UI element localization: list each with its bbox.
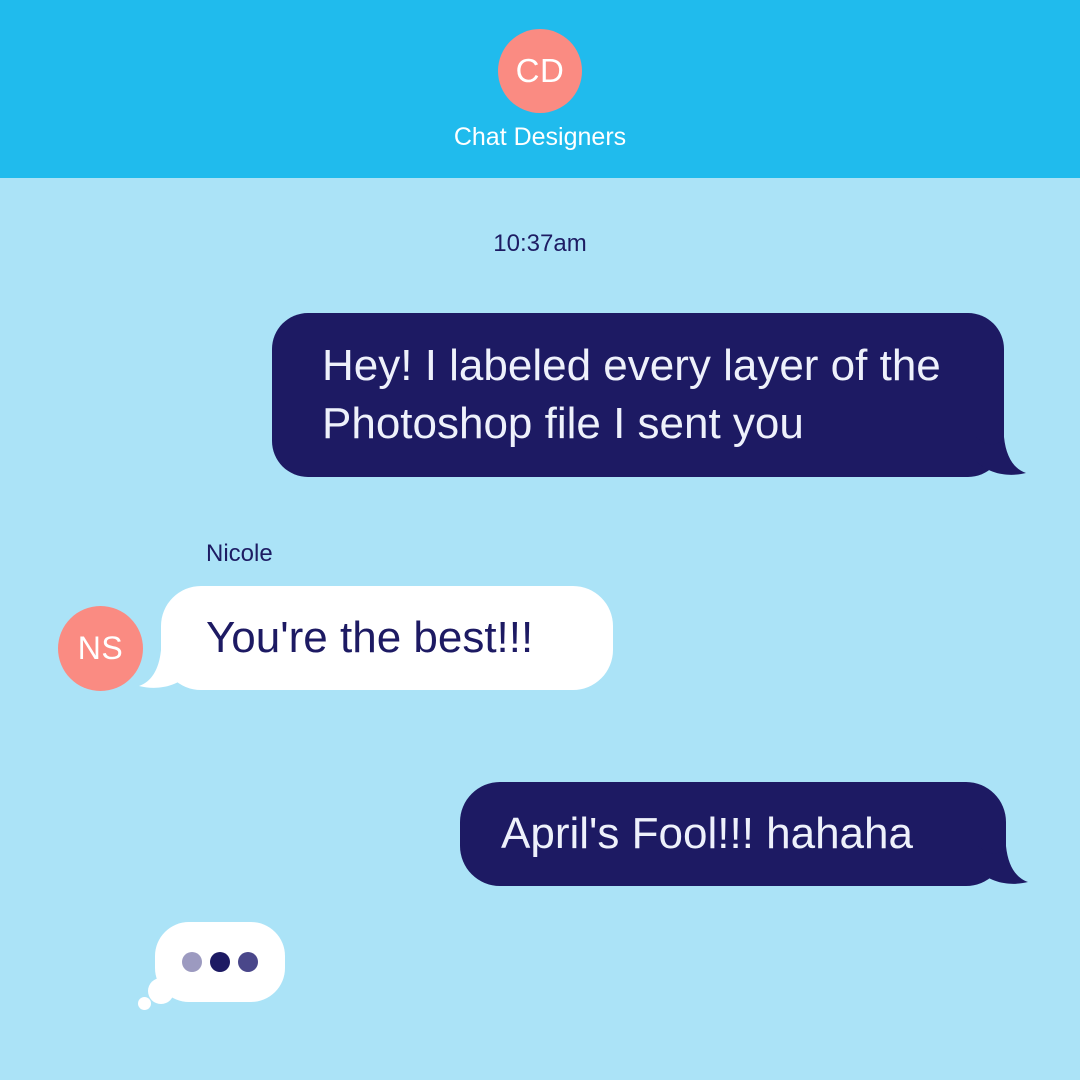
group-avatar[interactable]: CD bbox=[498, 29, 582, 113]
chat-header: CD Chat Designers bbox=[0, 0, 1080, 178]
outgoing-message-bubble[interactable]: Hey! I labeled every layer of the Photos… bbox=[272, 313, 1026, 477]
message-text: Hey! I labeled every layer of the Photos… bbox=[322, 341, 941, 448]
typing-dot-icon bbox=[238, 952, 258, 972]
message-text: April's Fool!!! hahaha bbox=[501, 809, 913, 858]
incoming-message-bubble[interactable]: You're the best!!! bbox=[139, 586, 613, 690]
chat-screen: CD Chat Designers 10:37am Hey! I labeled… bbox=[0, 0, 1080, 1080]
typing-indicator bbox=[155, 922, 285, 1002]
typing-bubble-tail-small bbox=[138, 997, 151, 1010]
sender-avatar[interactable]: NS bbox=[58, 606, 143, 691]
outgoing-message-bubble[interactable]: April's Fool!!! hahaha bbox=[460, 782, 1028, 886]
typing-dot-icon bbox=[210, 952, 230, 972]
bubble-tail-icon bbox=[976, 437, 1026, 475]
typing-dot-icon bbox=[182, 952, 202, 972]
chat-title[interactable]: Chat Designers bbox=[0, 123, 1080, 152]
message-timestamp: 10:37am bbox=[493, 230, 587, 257]
bubble-tail-icon bbox=[139, 650, 189, 688]
sender-name: Nicole bbox=[206, 540, 273, 567]
message-text: You're the best!!! bbox=[206, 613, 534, 662]
bubble-tail-icon bbox=[978, 846, 1028, 884]
